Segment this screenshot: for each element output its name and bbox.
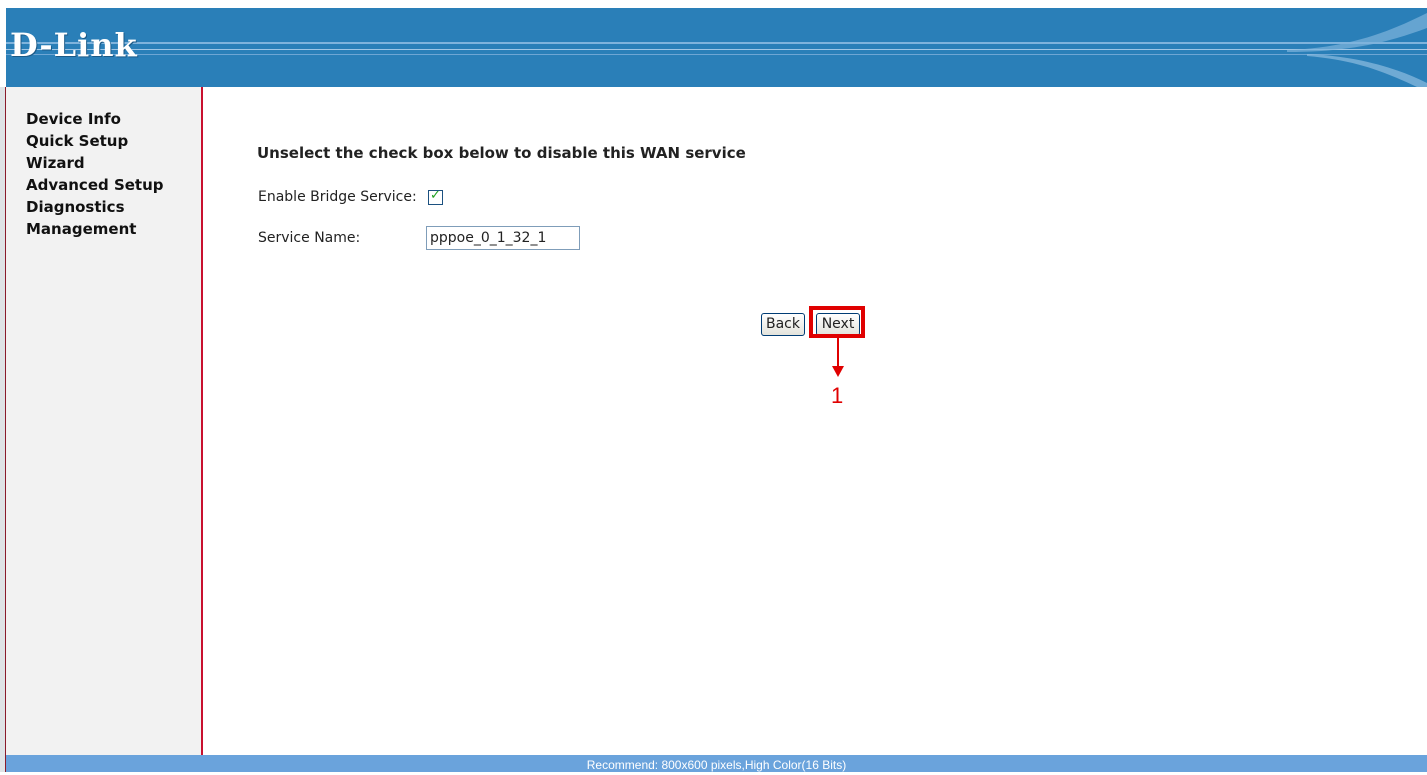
header-stripe (6, 49, 1427, 50)
dlink-logo: D-Link (10, 26, 138, 64)
sidebar-item-diagnostics[interactable]: Diagnostics (26, 195, 201, 219)
annotation-arrow-line (837, 338, 839, 368)
header-stripe (6, 54, 1427, 55)
top-margin (0, 0, 1427, 8)
back-button[interactable]: Back (761, 313, 805, 336)
footer-bar: Recommend: 800x600 pixels,High Color(16 … (6, 755, 1427, 772)
footer-text: Recommend: 800x600 pixels,High Color(16 … (586, 758, 847, 772)
sidebar-item-quick-setup[interactable]: Quick Setup (26, 129, 201, 153)
instruction-text: Unselect the check box below to disable … (257, 144, 746, 162)
annotation-number: 1 (831, 383, 844, 408)
enable-bridge-label: Enable Bridge Service: (258, 189, 417, 205)
service-name-label: Service Name: (258, 230, 361, 246)
checkmark-icon: ✓ (430, 188, 441, 203)
enable-bridge-checkbox[interactable]: ✓ (428, 188, 443, 205)
sidebar-item-wizard[interactable]: Wizard (26, 151, 201, 175)
sidebar-nav: Device Info Quick Setup Wizard Advanced … (6, 87, 201, 241)
annotation-arrow-head (832, 366, 844, 377)
sidebar-item-management[interactable]: Management (26, 217, 201, 241)
header-swoosh-graphic (1287, 13, 1427, 87)
service-name-input[interactable] (426, 226, 580, 250)
header-banner: D-Link (6, 8, 1427, 87)
sidebar: Device Info Quick Setup Wizard Advanced … (6, 87, 203, 755)
sidebar-item-device-info[interactable]: Device Info (26, 107, 201, 131)
main-content: Unselect the check box below to disable … (203, 87, 1427, 755)
header-stripe (6, 42, 1427, 44)
sidebar-item-advanced-setup[interactable]: Advanced Setup (26, 173, 201, 197)
annotation-highlight-box (809, 306, 865, 338)
